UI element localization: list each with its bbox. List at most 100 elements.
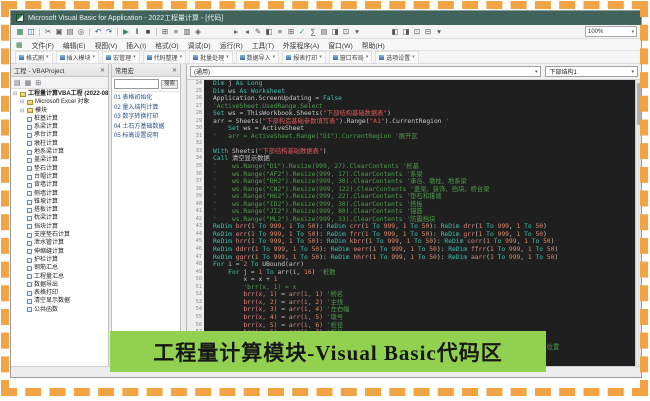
menu-item[interactable]: 运行(R)	[220, 40, 243, 50]
menu-item[interactable]: 外接程序(A)	[283, 40, 319, 50]
addin-button[interactable]: 插入模块▾	[56, 51, 100, 64]
cut-icon[interactable]: ✂	[43, 26, 53, 37]
close-icon[interactable]: ✕	[100, 67, 105, 74]
pause-icon[interactable]: ‖	[132, 26, 142, 37]
view-code-icon[interactable]: ▤	[14, 79, 21, 87]
tree-folder-item[interactable]: ⊟Microsoft Excel 对象	[13, 98, 108, 106]
addin-button[interactable]: 选项设置▾	[375, 51, 419, 64]
macro-search-input[interactable]	[114, 79, 159, 89]
code-text-area[interactable]: 24Dim j As Long25Dim ws As Worksheet26Ap…	[187, 80, 641, 366]
tree-module-item[interactable]: 公共函数	[13, 306, 108, 314]
macro-list-item[interactable]: 04 土石方基础数据	[114, 123, 178, 133]
toggle-folders-icon[interactable]: ⊞	[35, 79, 41, 87]
tree-module-item[interactable]: 泄水管计算	[13, 239, 108, 247]
zoom-combo[interactable]: 100% ▾	[585, 26, 637, 37]
tree-module-item[interactable]: 墩柱计算	[13, 140, 108, 148]
bookmark-icon[interactable]: ◧	[264, 26, 274, 37]
tree-module-item[interactable]: 垫石计算	[13, 165, 108, 173]
tree-folder-item[interactable]: ⊟模块	[13, 107, 108, 115]
addin-button[interactable]: 宏管理▾	[102, 51, 140, 64]
tree-module-item[interactable]: 工程量汇总	[13, 273, 108, 281]
tree-module-item[interactable]: 支座垫石计算	[13, 231, 108, 239]
stop-icon[interactable]: ■	[143, 26, 153, 37]
object-browser-icon[interactable]: ◈	[193, 26, 203, 37]
tree-module-item[interactable]: 锥坡计算	[13, 198, 108, 206]
tree-module-item[interactable]: 枕梁计算	[13, 214, 108, 222]
vertical-scrollbar[interactable]	[635, 80, 641, 366]
dropdown-icon[interactable]: ▾	[434, 26, 444, 37]
macro-list-item[interactable]: 03 数字转换打印	[114, 113, 178, 123]
macro-list-item[interactable]: 05 标高设置说明	[114, 132, 178, 142]
tree-module-item[interactable]: 清空显示数据	[13, 297, 108, 305]
scrollbar-thumb[interactable]	[637, 83, 641, 125]
menu-item[interactable]: 帮助(H)	[362, 40, 385, 50]
box-icon[interactable]: ⊡	[341, 26, 351, 37]
addin-button[interactable]: 代码整理▾	[143, 51, 187, 64]
sum-icon[interactable]: ∑	[308, 26, 318, 37]
menu-item[interactable]: 文件(F)	[32, 40, 54, 50]
menu-item[interactable]: 格式(O)	[155, 40, 178, 50]
tree-module-item[interactable]: 侧墙计算	[13, 190, 108, 198]
menu-item[interactable]: 编辑(E)	[63, 40, 86, 50]
menu-item[interactable]: 调试(D)	[188, 40, 211, 50]
run-icon[interactable]: ▶	[121, 26, 131, 37]
collapse-icon[interactable]: ⊟	[20, 98, 25, 106]
excel-icon[interactable]: ▦	[15, 26, 25, 37]
tile-icon[interactable]: ◧	[390, 26, 400, 37]
menu-item[interactable]: 工具(T)	[252, 40, 274, 50]
addin-button[interactable]: 窗口布局▾	[329, 51, 373, 64]
copy-icon[interactable]: ▣	[54, 26, 64, 37]
window-icon[interactable]: ⊡	[412, 26, 422, 37]
indent-icon[interactable]: ▸	[231, 26, 241, 37]
menu-item[interactable]: 窗口(W)	[328, 40, 353, 50]
properties-icon[interactable]: ▥	[182, 26, 192, 37]
macro-search-button[interactable]: 搜索	[161, 80, 178, 89]
tree-module-item[interactable]: 地系梁计算	[13, 148, 108, 156]
tree-module-item[interactable]: 表格打印	[13, 289, 108, 297]
collapse-icon[interactable]: ⊟	[20, 107, 25, 115]
find-icon[interactable]: ◎	[76, 26, 86, 37]
undo-icon[interactable]: ↶	[93, 26, 103, 37]
comment-icon[interactable]: ✎	[253, 26, 263, 37]
tree-module-item[interactable]: 台帽计算	[13, 173, 108, 181]
tree-module-item[interactable]: 挡块计算	[13, 223, 108, 231]
project-explorer-icon[interactable]: ≡	[171, 26, 181, 37]
menu-item[interactable]: 视图(V)	[95, 40, 118, 50]
tree-module-item[interactable]: 伸缩缝计算	[13, 248, 108, 256]
tree-module-item[interactable]: 桩基计算	[13, 115, 108, 123]
collapse-icon[interactable]: ⊟	[423, 26, 433, 37]
menu-item[interactable]: 插入(I)	[126, 40, 146, 50]
grid-icon[interactable]: ⊞	[286, 26, 296, 37]
tree-module-item[interactable]: 护栏计算	[13, 256, 108, 264]
design-mode-icon[interactable]: ⊞	[160, 26, 170, 37]
tree-module-item[interactable]: 数据导出	[13, 281, 108, 289]
save-icon[interactable]: ◫	[26, 26, 36, 37]
list-icon[interactable]: ≡	[275, 26, 285, 37]
tree-module-item[interactable]: 钢筋汇总	[13, 264, 108, 272]
collapse-icon[interactable]: ⊟	[13, 90, 18, 98]
addin-button[interactable]: 批量处理▾	[189, 51, 233, 64]
addin-button[interactable]: 报表打印▾	[282, 51, 326, 64]
close-icon[interactable]: ✕	[172, 67, 177, 74]
paste-icon[interactable]: ▤	[65, 26, 75, 37]
split-icon[interactable]: ◨	[401, 26, 411, 37]
object-dropdown[interactable]: (通用) ▾	[190, 66, 541, 77]
shade-icon[interactable]: ◨	[330, 26, 340, 37]
procedure-dropdown[interactable]: 下部结构1 ▾	[545, 66, 638, 77]
sheet-icon[interactable]: ▤	[319, 26, 329, 37]
tree-root-item[interactable]: ⊟工程量计算VBA工程 (2022-08-12)	[13, 90, 108, 98]
outdent-icon[interactable]: ◂	[242, 26, 252, 37]
more-icon[interactable]: ▾	[352, 26, 362, 37]
addin-button[interactable]: 数据导入▾	[236, 51, 280, 64]
redo-icon[interactable]: ↷	[104, 26, 114, 37]
macro-list-item[interactable]: 01 表格初始化	[114, 94, 178, 104]
addin-button[interactable]: 格式刷▾	[15, 51, 53, 64]
tree-module-item[interactable]: 盖梁计算	[13, 156, 108, 164]
macro-list-item[interactable]: 02 量入结构计算	[114, 104, 178, 114]
tree-module-item[interactable]: 系梁计算	[13, 123, 108, 131]
view-object-icon[interactable]: ▦	[25, 79, 32, 87]
tree-module-item[interactable]: 背墙计算	[13, 181, 108, 189]
check-icon[interactable]: ✓	[297, 26, 307, 37]
tree-module-item[interactable]: 承台计算	[13, 131, 108, 139]
tree-module-item[interactable]: 搭板计算	[13, 206, 108, 214]
